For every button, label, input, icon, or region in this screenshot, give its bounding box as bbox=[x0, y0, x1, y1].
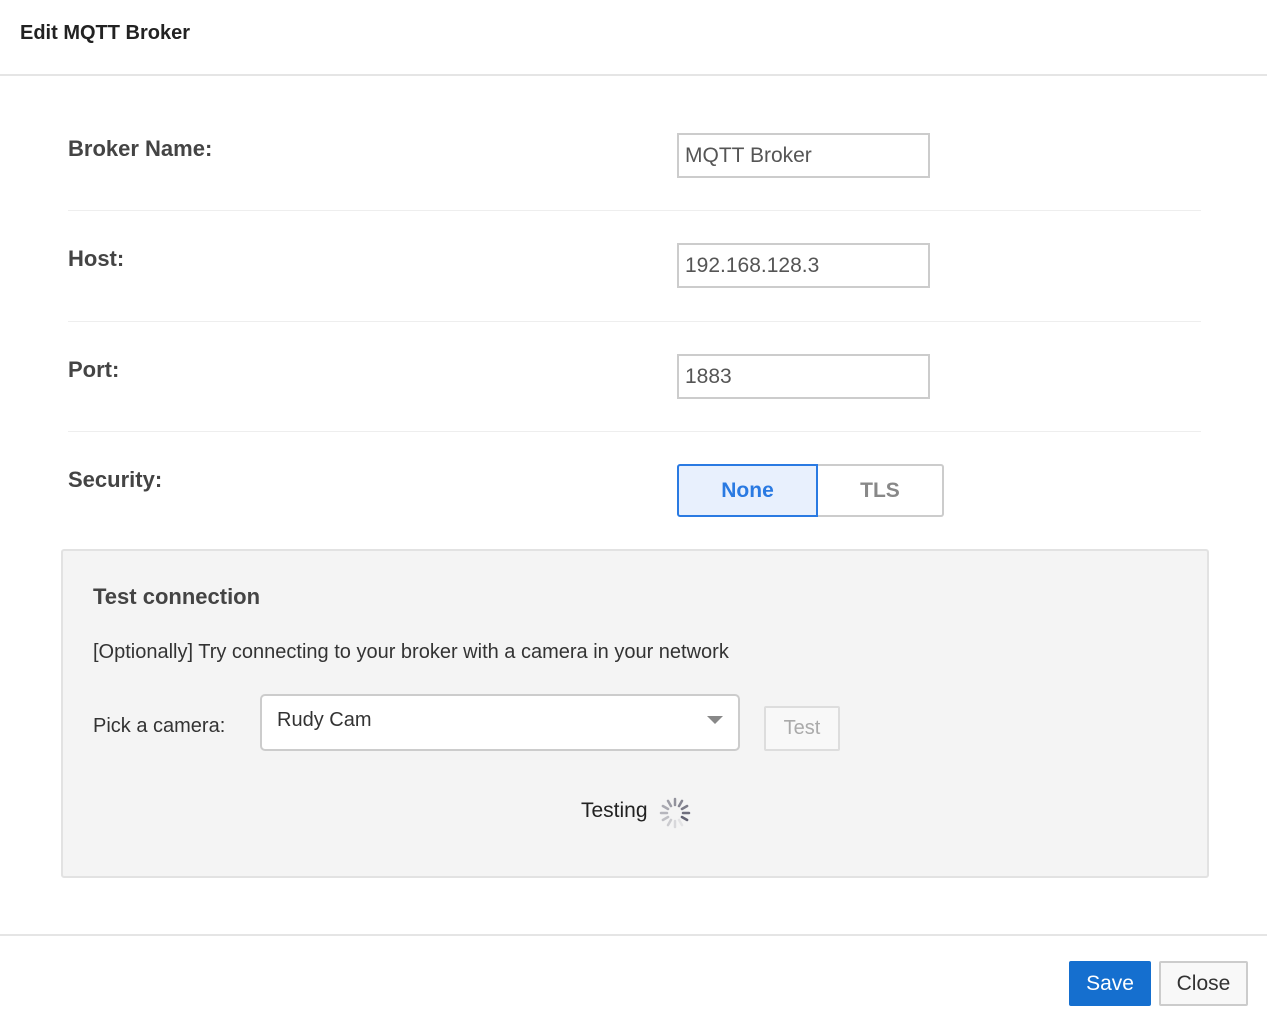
testing-status: Testing bbox=[581, 799, 648, 822]
port-input[interactable] bbox=[677, 354, 930, 399]
security-option-tls[interactable]: TLS bbox=[818, 464, 944, 517]
security-option-none[interactable]: None bbox=[677, 464, 818, 517]
close-button[interactable]: Close bbox=[1159, 961, 1248, 1006]
spinner-spoke bbox=[666, 799, 673, 808]
spinner-spoke bbox=[677, 818, 684, 827]
security-toggle: None TLS bbox=[677, 464, 944, 517]
test-connection-panel: Test connection [Optionally] Try connect… bbox=[61, 549, 1209, 878]
spinner-spoke bbox=[677, 799, 684, 808]
broker-name-label: Broker Name: bbox=[68, 136, 213, 161]
camera-select[interactable]: Rudy Cam bbox=[260, 694, 740, 751]
spinner-spoke bbox=[661, 815, 670, 822]
security-row: Security: None TLS bbox=[68, 464, 1201, 527]
test-connection-title: Test connection bbox=[93, 584, 261, 609]
port-label: Port: bbox=[68, 357, 120, 382]
chevron-down-icon bbox=[707, 716, 723, 724]
host-input[interactable] bbox=[677, 243, 930, 288]
port-row: Port: bbox=[68, 354, 1201, 432]
dialog-footer: Save Close bbox=[0, 934, 1267, 1024]
pick-camera-label: Pick a camera: bbox=[93, 715, 226, 737]
spinner-spoke bbox=[661, 804, 670, 811]
loading-spinner-icon bbox=[659, 797, 691, 829]
test-connection-description: [Optionally] Try connecting to your brok… bbox=[93, 641, 729, 663]
security-label: Security: bbox=[68, 467, 163, 492]
spinner-spoke bbox=[680, 804, 689, 811]
dialog-header: Edit MQTT Broker bbox=[0, 0, 1267, 76]
broker-name-input[interactable] bbox=[677, 133, 930, 178]
broker-name-row: Broker Name: bbox=[68, 133, 1201, 211]
spinner-spoke bbox=[666, 818, 673, 827]
save-button[interactable]: Save bbox=[1069, 961, 1151, 1006]
host-label: Host: bbox=[68, 246, 125, 271]
dialog-title: Edit MQTT Broker bbox=[20, 22, 191, 44]
spinner-spoke bbox=[680, 815, 689, 822]
test-button[interactable]: Test bbox=[764, 706, 840, 751]
host-row: Host: bbox=[68, 243, 1201, 322]
camera-select-value: Rudy Cam bbox=[277, 709, 372, 731]
